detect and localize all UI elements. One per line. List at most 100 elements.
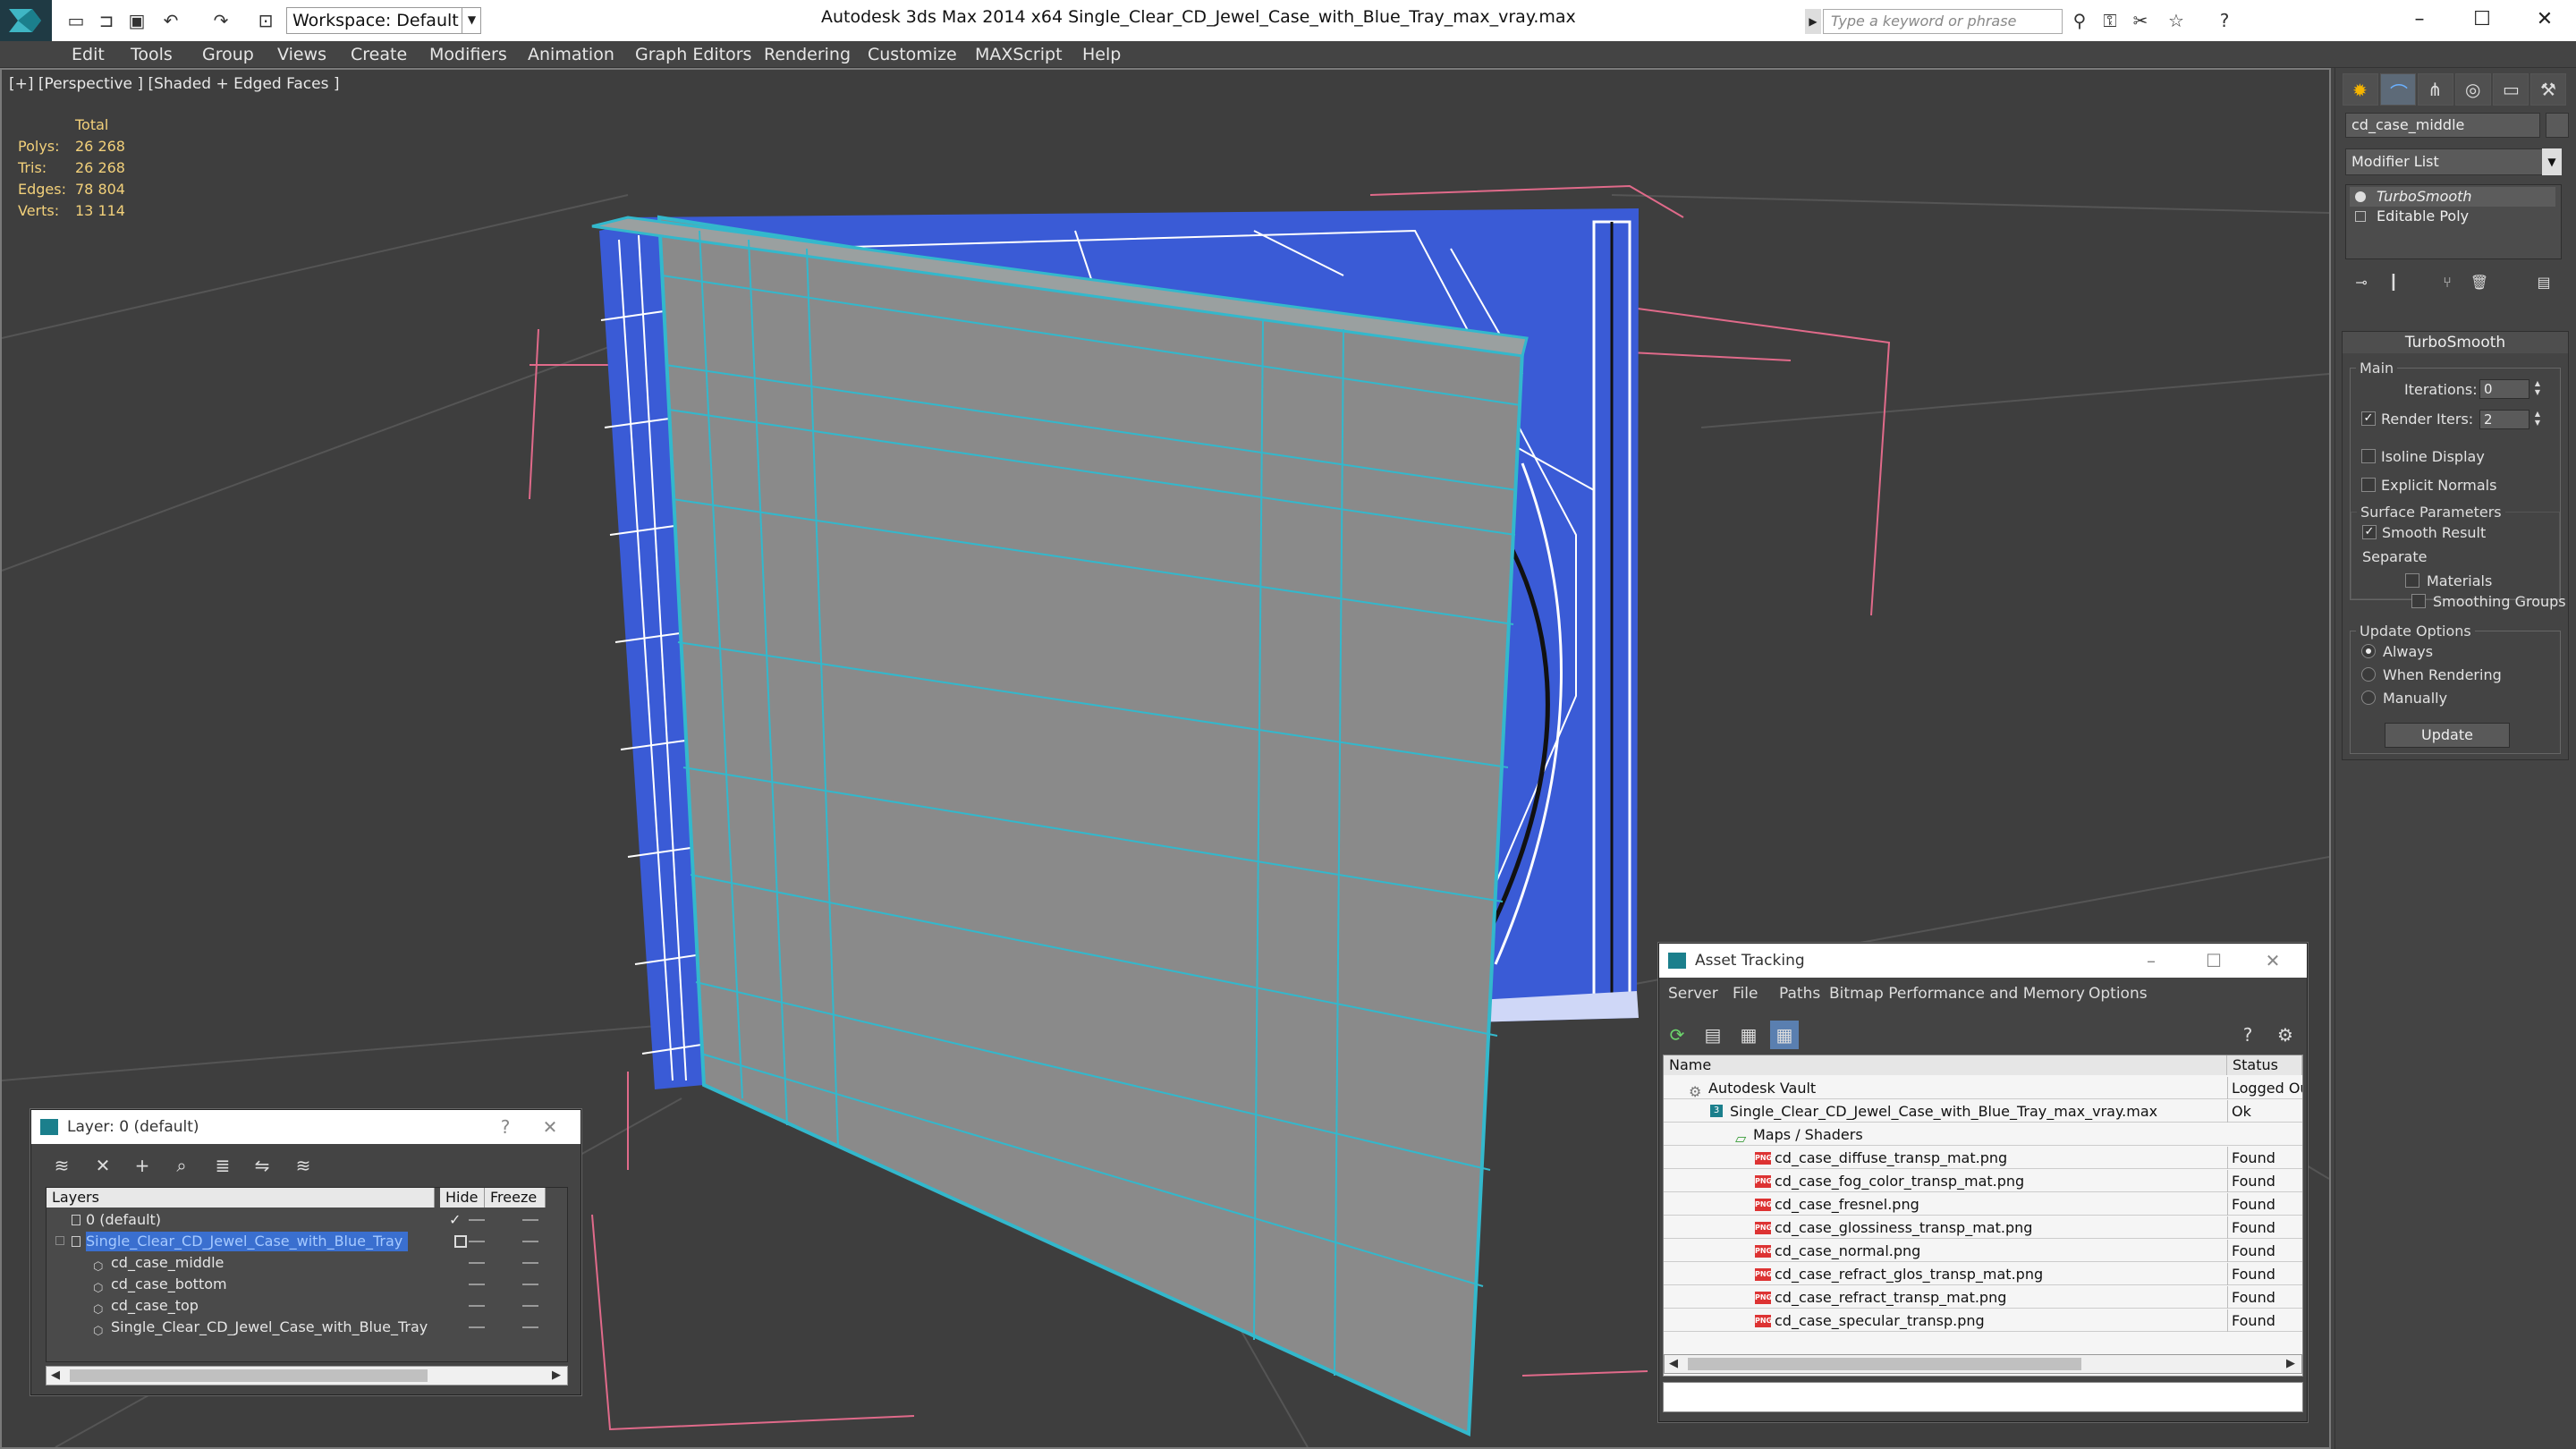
close-icon[interactable]: ✕ — [532, 1110, 568, 1144]
display-tab-icon[interactable]: ▭ — [2493, 73, 2529, 106]
spinner-arrows-icon[interactable]: ▲ ▼ — [2531, 379, 2544, 399]
menu-create[interactable]: Create — [351, 45, 407, 64]
delete-layer-icon[interactable]: ✕ — [89, 1151, 117, 1180]
binoculars-icon[interactable]: ⚲ — [2068, 9, 2091, 32]
project-folder-icon[interactable]: ⊡ — [254, 9, 277, 32]
table-view-icon[interactable]: ▦ — [1734, 1021, 1763, 1049]
lightbulb-icon[interactable] — [2355, 191, 2366, 202]
menu-file[interactable]: File — [1733, 985, 1758, 1003]
manually-radio[interactable] — [2361, 691, 2376, 705]
minimize-icon[interactable]: – — [2388, 0, 2451, 41]
asset-row[interactable]: ⚙ Autodesk Vault Logged Out — [1664, 1077, 2302, 1100]
chevron-down-icon[interactable]: ▼ — [462, 7, 481, 34]
scroll-right-icon[interactable]: ▶ — [547, 1367, 565, 1385]
spinner-arrows-icon[interactable]: ▲ ▼ — [2531, 410, 2544, 429]
search-input[interactable]: Type a keyword or phrase — [1823, 9, 2063, 34]
scroll-thumb[interactable] — [70, 1369, 428, 1382]
close-icon[interactable]: ✕ — [2513, 0, 2576, 41]
rollout-title[interactable]: TurboSmooth — [2343, 332, 2568, 353]
asset-row[interactable]: PNG cd_case_refract_transp_mat.png Found — [1664, 1286, 2302, 1309]
redo-icon[interactable]: ↷ — [209, 9, 233, 32]
maximize-icon[interactable]: ☐ — [2196, 944, 2232, 978]
menu-edit[interactable]: Edit — [72, 45, 105, 64]
save-file-icon[interactable]: ▣ — [125, 9, 148, 32]
new-layer-icon[interactable]: ≋ — [47, 1151, 76, 1180]
remove-modifier-icon[interactable]: 🗑 — [2467, 270, 2492, 295]
scroll-right-icon[interactable]: ▶ — [2282, 1355, 2300, 1373]
layer-row[interactable]: ⬡ cd_case_middle — [47, 1252, 567, 1274]
minimize-icon[interactable]: – — [2133, 944, 2169, 978]
select-layer-icon[interactable]: ≣ — [208, 1151, 237, 1180]
utilities-tab-icon[interactable]: ⚒ — [2530, 73, 2566, 106]
app-logo-icon[interactable] — [0, 0, 52, 41]
menu-server[interactable]: Server — [1668, 985, 1718, 1003]
render-iters-spinner[interactable]: 2 — [2479, 410, 2529, 429]
object-name-field[interactable]: cd_case_middle — [2345, 113, 2540, 138]
menu-paths[interactable]: Paths — [1779, 985, 1820, 1003]
menu-graph-editors[interactable]: Graph Editors — [635, 45, 751, 64]
make-unique-icon[interactable]: ⑂ — [2435, 270, 2460, 295]
layer-row[interactable]: Single_Clear_CD_Jewel_Case_with_Blue_Tra… — [47, 1231, 567, 1252]
close-icon[interactable]: ✕ — [2255, 944, 2291, 978]
undo-icon[interactable]: ↶ — [159, 9, 182, 32]
open-file-icon[interactable]: ⊐ — [95, 9, 118, 32]
render-iters-checkbox[interactable]: ✓ — [2361, 411, 2376, 426]
asset-row[interactable]: PNG cd_case_diffuse_transp_mat.png Found — [1664, 1147, 2302, 1169]
show-end-result-icon[interactable]: ┃ — [2381, 270, 2406, 295]
explicit-normals-checkbox[interactable] — [2361, 478, 2376, 492]
asset-row[interactable]: 3 Single_Clear_CD_Jewel_Case_with_Blue_T… — [1664, 1100, 2302, 1123]
menu-maxscript[interactable]: MAXScript — [975, 45, 1063, 64]
settings-icon[interactable]: ⚙ — [2271, 1021, 2300, 1049]
cd-case-front-panel[interactable] — [591, 215, 1529, 1437]
hide-all-layers-icon[interactable]: ≋ — [289, 1151, 318, 1180]
menu-tools[interactable]: Tools — [131, 45, 173, 64]
current-layer-check-icon[interactable]: ✓ — [449, 1209, 461, 1231]
scroll-thumb[interactable] — [1688, 1358, 2081, 1370]
stack-item-turbosmooth[interactable]: TurboSmooth — [2350, 187, 2555, 207]
help-icon[interactable]: ? — [2233, 1021, 2262, 1049]
when-rendering-radio[interactable] — [2361, 667, 2376, 682]
layer-row[interactable]: ⬡ Single_Clear_CD_Jewel_Case_with_Blue_T… — [47, 1317, 567, 1338]
isoline-display-checkbox[interactable] — [2361, 449, 2376, 463]
column-status[interactable]: Status — [2227, 1055, 2302, 1075]
smoothing-groups-checkbox[interactable] — [2411, 594, 2426, 608]
motion-tab-icon[interactable]: ◎ — [2455, 73, 2491, 106]
viewport-label[interactable]: [+] [Perspective ] [Shaded + Edged Faces… — [9, 75, 339, 93]
new-file-icon[interactable]: ▭ — [64, 9, 88, 32]
update-button[interactable]: Update — [2385, 723, 2510, 748]
expand-icon[interactable] — [2355, 211, 2366, 222]
search-expand-icon[interactable]: ▶ — [1805, 9, 1821, 34]
menu-help[interactable]: Help — [1082, 45, 1121, 64]
scroll-left-icon[interactable]: ◀ — [1665, 1355, 1682, 1373]
asset-row[interactable]: PNG cd_case_specular_transp.png Found — [1664, 1309, 2302, 1332]
layer-row[interactable]: ⬡ cd_case_bottom — [47, 1274, 567, 1295]
smooth-result-checkbox[interactable]: ✓ — [2362, 525, 2377, 539]
asset-row[interactable]: PNG cd_case_refract_glos_transp_mat.png … — [1664, 1263, 2302, 1285]
asset-row[interactable]: PNG cd_case_fog_color_transp_mat.png Fou… — [1664, 1170, 2302, 1192]
set-current-layer-icon[interactable]: ⇋ — [248, 1151, 276, 1180]
column-name[interactable]: Name — [1664, 1055, 2227, 1075]
column-layers[interactable]: Layers — [47, 1188, 435, 1208]
layer-row[interactable]: 0 (default) ✓ — [47, 1209, 567, 1231]
layer-row[interactable]: ⬡ cd_case_top — [47, 1295, 567, 1317]
asset-row[interactable]: PNG cd_case_normal.png Found — [1664, 1240, 2302, 1262]
menu-options[interactable]: Options — [2089, 985, 2148, 1003]
menu-animation[interactable]: Animation — [528, 45, 614, 64]
collapse-icon[interactable] — [55, 1236, 64, 1245]
favorites-icon[interactable]: ☆ — [2165, 9, 2188, 32]
help-icon[interactable]: ? — [487, 1110, 523, 1144]
maximize-icon[interactable]: ☐ — [2451, 0, 2513, 41]
asset-row[interactable]: PNG cd_case_fresnel.png Found — [1664, 1193, 2302, 1216]
always-radio[interactable] — [2361, 644, 2376, 658]
layer-horizontal-scrollbar[interactable]: ◀ ▶ — [46, 1366, 568, 1385]
modify-tab-icon[interactable]: ⌒ — [2380, 73, 2416, 106]
menu-views[interactable]: Views — [277, 45, 326, 64]
iterations-spinner[interactable]: 0 — [2479, 379, 2529, 399]
asset-horizontal-scrollbar[interactable]: ◀ ▶ — [1664, 1354, 2302, 1374]
materials-checkbox[interactable] — [2405, 573, 2419, 588]
column-freeze[interactable]: Freeze — [485, 1188, 546, 1208]
menu-customize[interactable]: Customize — [868, 45, 957, 64]
list-view-icon[interactable]: ▤ — [1699, 1021, 1727, 1049]
asset-row[interactable]: PNG cd_case_glossiness_transp_mat.png Fo… — [1664, 1216, 2302, 1239]
select-layer-checkbox[interactable] — [454, 1235, 467, 1248]
